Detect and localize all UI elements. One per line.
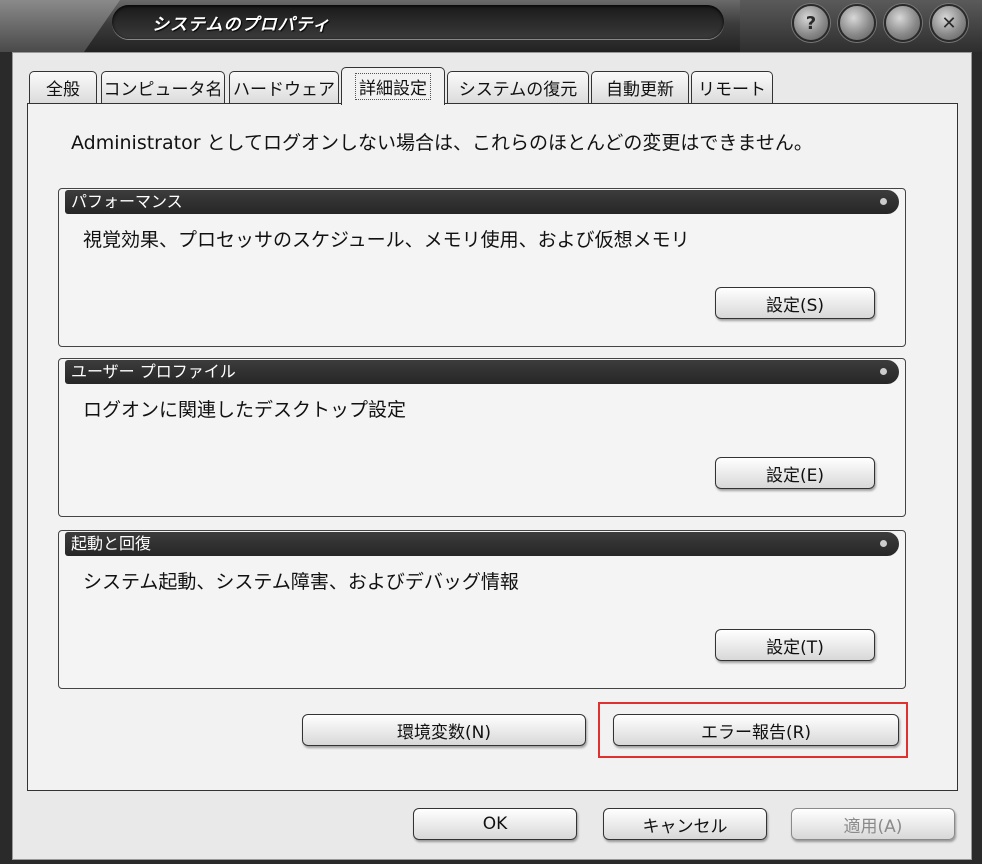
tab-remote[interactable]: リモート — [691, 71, 773, 103]
apply-button[interactable]: 適用(A) — [791, 808, 955, 840]
performance-settings-button[interactable]: 設定(S) — [715, 287, 875, 319]
group-description: ログオンに関連したデスクトップ設定 — [83, 399, 407, 421]
tab-general[interactable]: 全般 — [29, 71, 97, 103]
error-reporting-button[interactable]: エラー報告(R) — [613, 714, 899, 746]
dialog-body: 全般 コンピュータ名 ハードウェア 詳細設定 システムの復元 自動更新 リモート… — [12, 52, 972, 860]
tab-system-restore[interactable]: システムの復元 — [447, 71, 589, 103]
group-header: パフォーマンス — [65, 190, 899, 214]
advanced-tab-panel: Administrator としてログオンしない場合は、これらのほとんどの変更は… — [27, 103, 958, 791]
group-description: 視覚効果、プロセッサのスケジュール、メモリ使用、および仮想メモリ — [83, 229, 690, 251]
close-button[interactable]: ✕ — [930, 4, 968, 42]
tab-advanced[interactable]: 詳細設定 — [341, 67, 445, 105]
tab-hardware[interactable]: ハードウェア — [229, 71, 339, 103]
group-user-profiles: ユーザー プロファイル ログオンに関連したデスクトップ設定 設定(E) — [58, 358, 906, 517]
tab-automatic-updates[interactable]: 自動更新 — [591, 71, 689, 103]
cancel-button[interactable]: キャンセル — [603, 808, 767, 840]
help-icon: ? — [805, 12, 817, 34]
collapse-dot-icon — [880, 198, 887, 205]
environment-variables-button[interactable]: 環境変数(N) — [302, 714, 586, 746]
collapse-dot-icon — [880, 540, 887, 547]
minimize-button[interactable] — [838, 4, 876, 42]
ok-button[interactable]: OK — [413, 808, 577, 840]
title-bar[interactable]: システムのプロパティ ? ✕ — [0, 0, 982, 52]
maximize-button[interactable] — [884, 4, 922, 42]
group-startup-recovery: 起動と回復 システム起動、システム障害、およびデバッグ情報 設定(T) — [58, 530, 906, 689]
close-icon: ✕ — [941, 12, 957, 34]
group-header: ユーザー プロファイル — [65, 360, 899, 384]
admin-notice: Administrator としてログオンしない場合は、これらのほとんどの変更は… — [71, 132, 813, 154]
startup-recovery-settings-button[interactable]: 設定(T) — [715, 629, 875, 661]
title-bar-ornament — [0, 0, 120, 52]
group-performance: パフォーマンス 視覚効果、プロセッサのスケジュール、メモリ使用、および仮想メモリ… — [58, 188, 906, 347]
collapse-dot-icon — [880, 368, 887, 375]
group-description: システム起動、システム障害、およびデバッグ情報 — [83, 571, 519, 593]
user-profiles-settings-button[interactable]: 設定(E) — [715, 457, 875, 489]
group-header: 起動と回復 — [65, 532, 899, 556]
window-title: システムのプロパティ — [152, 15, 331, 35]
tab-computer-name[interactable]: コンピュータ名 — [101, 71, 225, 103]
help-button[interactable]: ? — [792, 4, 830, 42]
system-properties-window: システムのプロパティ ? ✕ 全般 コンピュータ名 ハードウェア 詳細設定 シス… — [0, 0, 982, 864]
